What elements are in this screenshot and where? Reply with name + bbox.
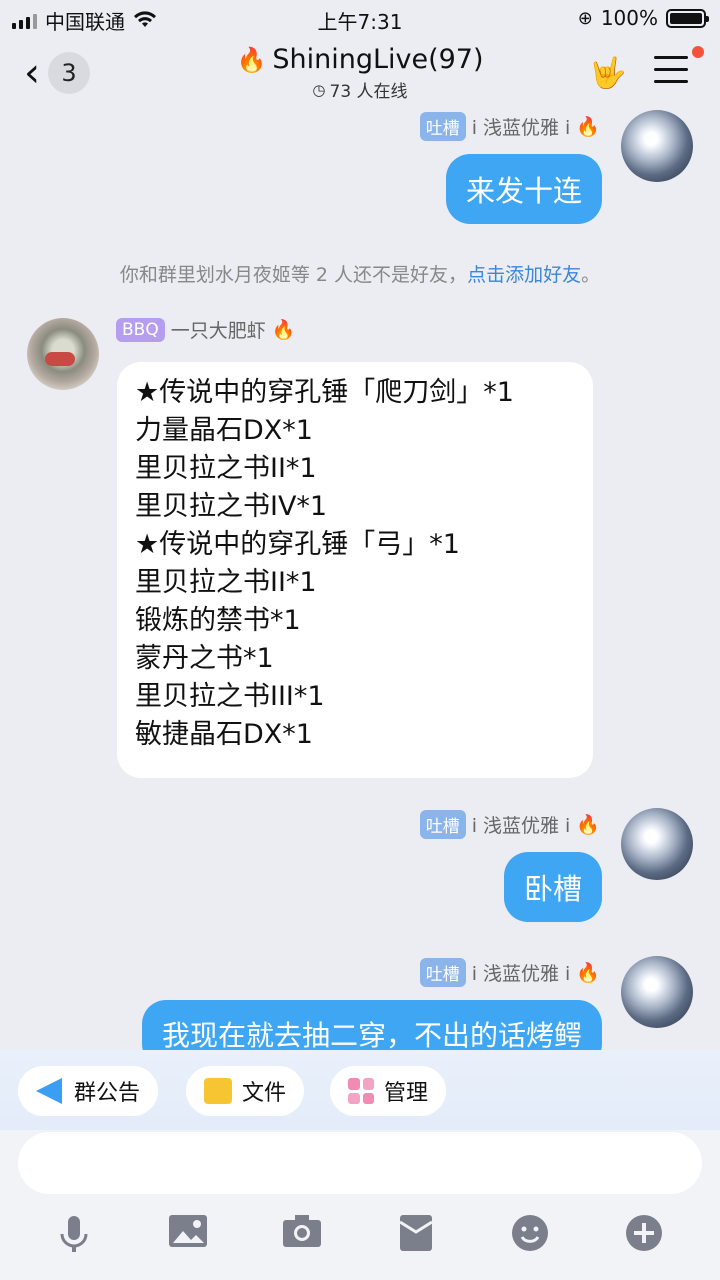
- system-notice-text: 你和群里划水月夜姬等 2 人还不是好友，: [119, 264, 468, 286]
- avatar[interactable]: [621, 808, 693, 880]
- message-bubble[interactable]: 来发十连: [445, 154, 602, 224]
- message-line: 里贝拉之书II*1: [135, 453, 317, 484]
- battery-percent: 100%: [600, 6, 658, 30]
- message-line: 里贝拉之书IV*1: [135, 491, 328, 522]
- rock-hand-icon[interactable]: 🤟: [588, 54, 628, 94]
- files-label: 文件: [242, 1081, 287, 1106]
- avatar[interactable]: [27, 318, 99, 390]
- rotation-lock-icon: ⊕: [577, 7, 593, 29]
- notification-dot: [692, 46, 704, 58]
- message-line: 敏捷晶石DX*1: [135, 719, 313, 750]
- sender-meta: 吐槽 i 浅蓝优雅 i 🔥: [419, 810, 600, 839]
- menu-icon: [654, 56, 688, 59]
- sender-tag: 吐槽: [419, 810, 466, 839]
- message-bubble[interactable]: 卧槽: [503, 852, 602, 922]
- sender-name: i 浅蓝优雅 i: [471, 117, 571, 139]
- microphone-icon[interactable]: [54, 1214, 94, 1254]
- sender-tag: 吐槽: [419, 112, 466, 141]
- sender-name: i 浅蓝优雅 i: [471, 963, 571, 985]
- menu-button[interactable]: [654, 56, 688, 86]
- announcement-button[interactable]: 群公告: [18, 1066, 159, 1116]
- folder-icon: [204, 1078, 232, 1104]
- shortcut-bar: 群公告 文件 管理: [0, 1050, 720, 1130]
- manage-button[interactable]: 管理: [330, 1066, 447, 1116]
- sender-name: i 浅蓝优雅 i: [471, 815, 571, 837]
- group-title: 🔥 ShiningLive(97): [236, 44, 483, 75]
- files-button[interactable]: 文件: [186, 1066, 305, 1116]
- message-input[interactable]: [18, 1132, 702, 1194]
- sender-name: 一只大肥虾: [170, 320, 266, 342]
- message-line: 蒙丹之书*1: [135, 643, 274, 674]
- announcement-label: 群公告: [74, 1081, 141, 1106]
- camera-icon[interactable]: [282, 1214, 322, 1254]
- sender-meta: BBQ 一只大肥虾 🔥: [116, 316, 295, 343]
- fire-icon: 🔥: [271, 319, 296, 341]
- message-bubble[interactable]: ★传说中的穿孔锤「爬刀剑」*1 力量晶石DX*1 里贝拉之书II*1 里贝拉之书…: [117, 362, 593, 778]
- status-right: ⊕ 100%: [577, 6, 709, 30]
- fire-icon: 🔥: [576, 814, 600, 836]
- plus-icon[interactable]: [624, 1214, 664, 1254]
- fire-icon: 🔥: [576, 962, 600, 984]
- message-line: 力量晶石DX*1: [135, 415, 313, 446]
- status-bar: 中国联通 上午7:31 ⊕ 100%: [0, 0, 720, 36]
- fire-icon: 🔥: [576, 116, 600, 138]
- add-friend-link[interactable]: 点击添加好友: [467, 264, 581, 286]
- online-count: ◷ 73 人在线: [312, 77, 408, 103]
- sender-tag: 吐槽: [419, 958, 466, 987]
- message-line: 里贝拉之书II*1: [135, 567, 317, 598]
- battery-icon: [666, 8, 709, 28]
- input-area: [0, 1130, 720, 1280]
- group-name: ShiningLive(97): [272, 44, 484, 75]
- message-line: 里贝拉之书III*1: [135, 681, 325, 712]
- message-line: 锻炼的禁书*1: [135, 605, 301, 636]
- avatar[interactable]: [621, 110, 693, 182]
- grid-icon: [348, 1078, 374, 1104]
- online-label: 73 人在线: [329, 82, 408, 102]
- fire-icon: 🔥: [236, 45, 267, 74]
- message-line: ★传说中的穿孔锤「爬刀剑」*1: [135, 377, 514, 408]
- chat-header: ‹ 3 🔥 ShiningLive(97) ◷ 73 人在线 🤟: [0, 36, 720, 110]
- avatar[interactable]: [621, 956, 693, 1028]
- red-packet-icon[interactable]: [396, 1214, 436, 1254]
- chat-area[interactable]: 吐槽 i 浅蓝优雅 i 🔥 来发十连 你和群里划水月夜姬等 2 人还不是好友，点…: [0, 110, 720, 1050]
- sender-meta: 吐槽 i 浅蓝优雅 i 🔥: [419, 112, 600, 141]
- sender-meta: 吐槽 i 浅蓝优雅 i 🔥: [419, 958, 600, 987]
- image-icon[interactable]: [168, 1214, 208, 1254]
- sender-tag: BBQ: [116, 317, 165, 342]
- emoji-icon[interactable]: [510, 1214, 550, 1254]
- system-notice-end: 。: [581, 264, 601, 286]
- megaphone-icon: [36, 1078, 64, 1104]
- system-notice: 你和群里划水月夜姬等 2 人还不是好友，点击添加好友。: [0, 260, 720, 287]
- message-bubble[interactable]: 我现在就去抽二穿，不出的话烤鳄: [141, 1000, 602, 1050]
- message-line: ★传说中的穿孔锤「弓」*1: [135, 529, 460, 560]
- manage-label: 管理: [384, 1081, 429, 1106]
- clock-circle-icon: ◷: [312, 80, 326, 99]
